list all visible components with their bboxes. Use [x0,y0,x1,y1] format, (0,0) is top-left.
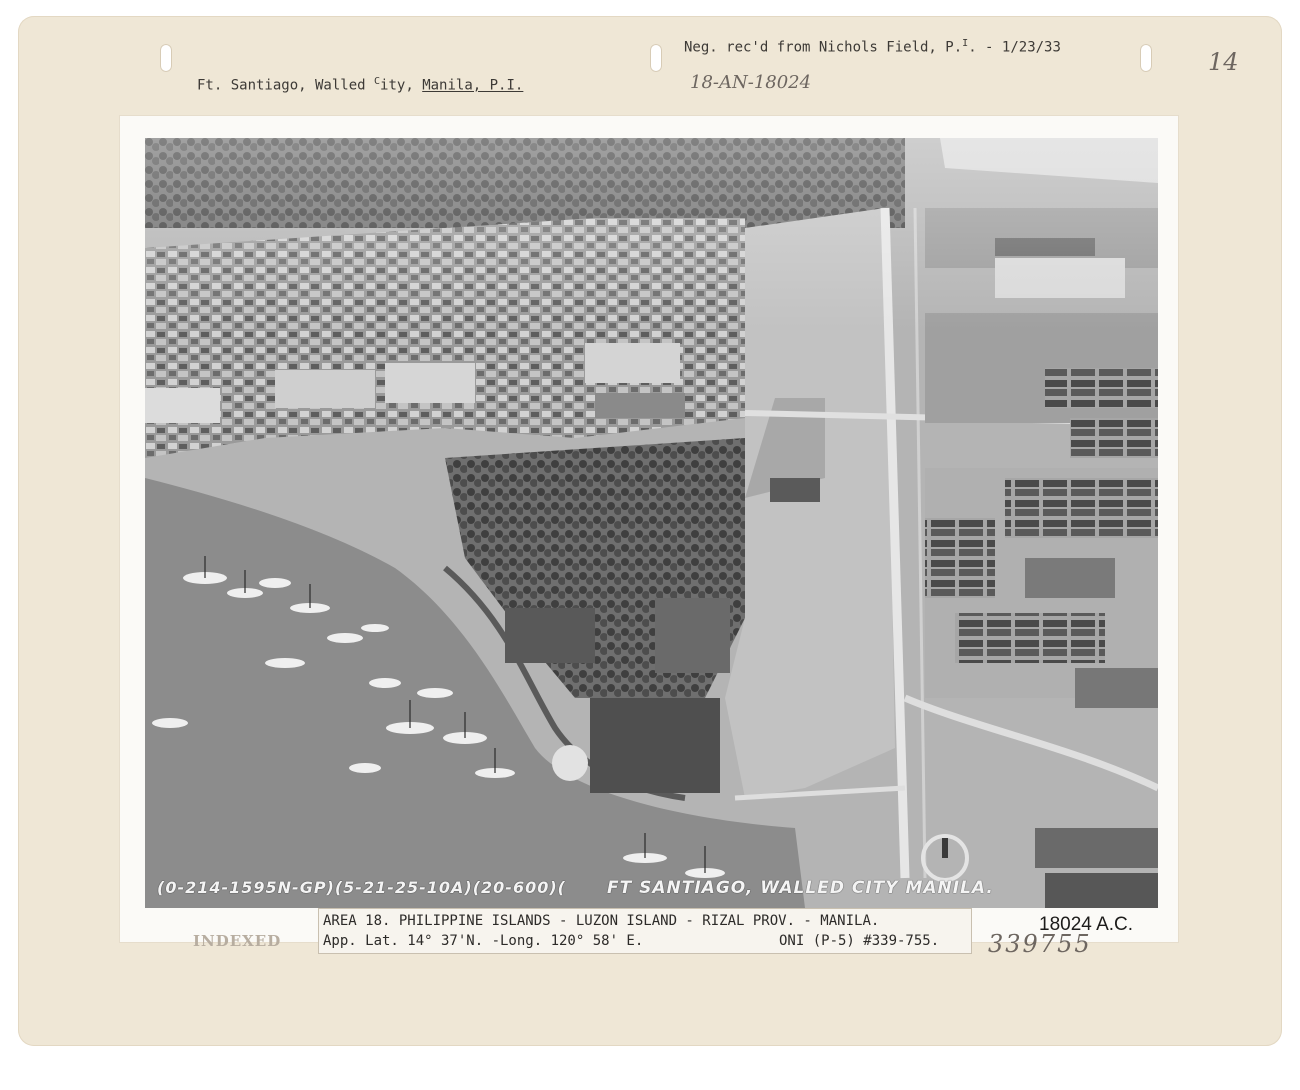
title-mid: ity, [380,77,423,94]
caption-line-2-left: App. Lat. 14° 37'N. -Long. 120° 58' E. [323,933,644,949]
mount-title: Ft. Santiago, Walled City, Manila, P.I. [197,76,523,94]
punch-hole-center [650,44,662,72]
title-prefix: Ft. Santiago, Walled [197,77,375,94]
photo-location-label: FT SANTIAGO, WALLED CITY MANILA. [607,878,994,898]
punch-hole-left [160,44,172,72]
caption-box: AREA 18. PHILIPPINE ISLANDS - LUZON ISLA… [318,908,972,954]
title-manila: Manila, P.I. [422,77,524,94]
aerial-photograph: (0-214-1595N-GP)(5-21-25-10A)(20-600)( F… [145,138,1158,908]
caption-line-2-right: ONI (P-5) #339-755. [779,933,940,949]
handwritten-oni-number: 339755 [988,930,1092,958]
neg-note-date: . - 1/23/33 [968,39,1061,56]
aerial-photo-drawing [145,138,1158,908]
handwritten-corner-number: 14 [1208,48,1239,76]
negative-received-note: Neg. rec'd from Nichols Field, P.I. - 1/… [684,38,1061,56]
handwritten-negative-code: 18-AN-18024 [690,72,812,93]
punch-hole-right [1140,44,1152,72]
neg-note-text: Neg. rec'd from Nichols Field, P. [684,39,963,56]
photo-negative-code: (0-214-1595N-GP)(5-21-25-10A)(20-600)( [157,878,566,897]
indexed-stamp: INDEXED [193,932,282,950]
caption-line-1: AREA 18. PHILIPPINE ISLANDS - LUZON ISLA… [323,913,880,929]
